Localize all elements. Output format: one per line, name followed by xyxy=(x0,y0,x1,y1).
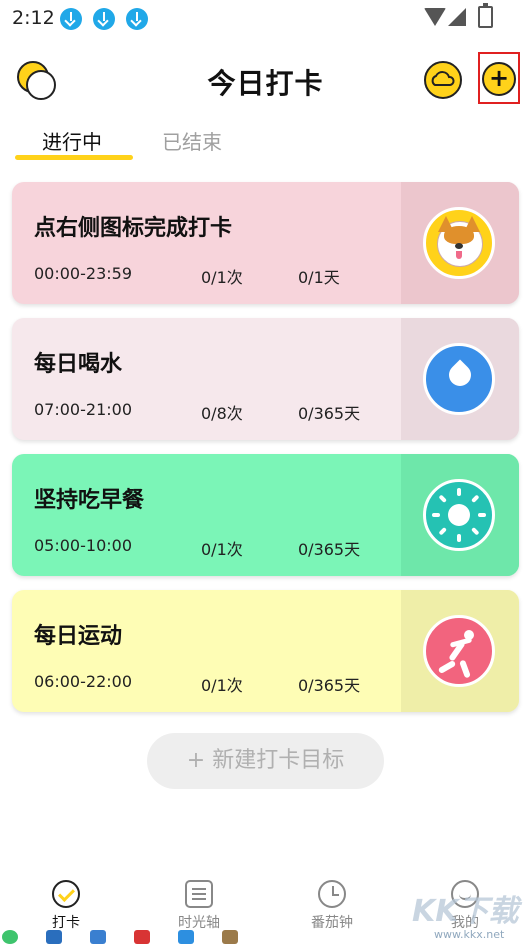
battery-charging-icon xyxy=(478,3,493,28)
nav-pomodoro[interactable]: 番茄钟 xyxy=(292,880,372,932)
download-icon xyxy=(60,8,82,30)
watermark: KK下载 www.kkx.net xyxy=(412,886,527,944)
app-brown-icon xyxy=(222,930,238,944)
habit-count: 0/1次 xyxy=(201,268,243,287)
habit-card[interactable]: 每日喝水 07:00-21:00 0/8次 0/365天 xyxy=(12,318,519,440)
habit-days: 0/365天 xyxy=(298,404,361,423)
habit-card[interactable]: 坚持吃早餐 05:00-10:00 0/1次 0/365天 xyxy=(12,454,519,576)
checkin-icon xyxy=(52,880,80,908)
habit-count: 0/8次 xyxy=(201,404,243,423)
habit-time-range: 05:00-10:00 xyxy=(34,536,132,555)
active-tab-indicator xyxy=(15,155,133,160)
app-f-icon xyxy=(134,930,150,944)
notes-icon xyxy=(90,930,106,944)
habit-time-range: 07:00-21:00 xyxy=(34,400,132,419)
nav-label: 番茄钟 xyxy=(311,915,353,931)
tab-in-progress[interactable]: 进行中 xyxy=(42,126,102,155)
habit-name: 每日运动 xyxy=(34,624,123,649)
sun-icon[interactable] xyxy=(423,479,495,551)
download-icon xyxy=(126,8,148,30)
plus-icon: + xyxy=(482,62,516,96)
status-bar: 2:12 xyxy=(0,0,531,36)
habit-count: 0/1次 xyxy=(201,540,243,559)
clock-icon xyxy=(318,880,346,908)
app-blue-icon xyxy=(178,930,194,944)
cloud-icon xyxy=(431,71,455,86)
status-time: 2:12 xyxy=(12,7,55,29)
wifi-icon xyxy=(424,8,446,26)
tab-ended[interactable]: 已结束 xyxy=(162,126,222,155)
status-tabs: 进行中 已结束 xyxy=(0,122,531,168)
habit-days: 0/365天 xyxy=(298,676,361,695)
habit-name: 每日喝水 xyxy=(34,352,123,377)
app-header: 今日打卡 + xyxy=(0,50,531,110)
habit-card[interactable]: 点右侧图标完成打卡 00:00-23:59 0/1次 0/1天 xyxy=(12,182,519,304)
nav-timeline[interactable]: 时光轴 xyxy=(159,880,239,932)
cloud-sync-button[interactable] xyxy=(424,61,462,99)
habit-days: 0/365天 xyxy=(298,540,361,559)
wechat-icon xyxy=(2,930,18,944)
water-drop-icon[interactable] xyxy=(423,343,495,415)
habit-time-range: 06:00-22:00 xyxy=(34,672,132,691)
nav-checkin[interactable]: 打卡 xyxy=(26,880,106,932)
system-tray-icons xyxy=(0,928,260,944)
habit-time-range: 00:00-23:59 xyxy=(34,264,132,283)
habit-days: 0/1天 xyxy=(298,268,340,287)
new-target-button[interactable]: + 新建打卡目标 xyxy=(147,733,384,789)
corgi-icon[interactable] xyxy=(423,207,495,279)
download-icon xyxy=(93,8,115,30)
habit-name: 点右侧图标完成打卡 xyxy=(34,216,233,241)
habit-count: 0/1次 xyxy=(201,676,243,695)
watermark-logo: KK下载 xyxy=(412,894,519,929)
habit-card[interactable]: 每日运动 06:00-22:00 0/1次 0/365天 xyxy=(12,590,519,712)
signal-icon xyxy=(448,8,466,26)
running-icon[interactable] xyxy=(423,615,495,687)
timeline-icon xyxy=(185,880,213,908)
pen-icon xyxy=(46,930,62,944)
watermark-url: www.kkx.net xyxy=(434,928,505,941)
habit-name: 坚持吃早餐 xyxy=(34,488,145,513)
add-habit-button[interactable]: + xyxy=(478,52,520,104)
